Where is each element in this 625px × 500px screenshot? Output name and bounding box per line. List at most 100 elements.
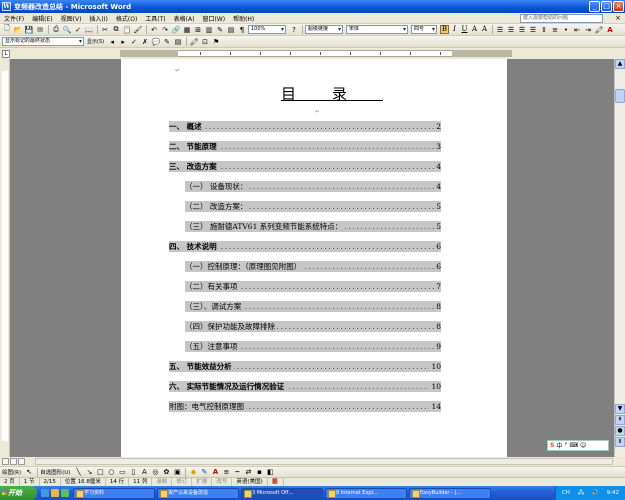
- spelling-status-icon[interactable]: 📕: [268, 478, 284, 486]
- menu-view[interactable]: 视图(V): [57, 14, 86, 23]
- fit-icon[interactable]: ⊡: [200, 37, 210, 47]
- scroll-thumb[interactable]: [615, 89, 625, 103]
- status-extend[interactable]: 扩展: [192, 478, 213, 486]
- save-icon[interactable]: 💾: [24, 25, 34, 35]
- ie-icon[interactable]: [41, 489, 49, 497]
- shadow-style-icon[interactable]: ▪: [254, 467, 264, 477]
- toc-entry[interactable]: ........................................…: [169, 141, 441, 152]
- tray-volume-icon[interactable]: 🔊: [592, 490, 599, 496]
- close-button[interactable]: ×: [613, 1, 624, 12]
- rectangle-icon[interactable]: □: [95, 467, 105, 477]
- desktop-icon[interactable]: [51, 489, 59, 497]
- columns-icon[interactable]: ▥: [204, 25, 214, 35]
- previous-page-icon[interactable]: ⇞: [615, 415, 625, 425]
- toc-entry[interactable]: ........................................…: [185, 221, 441, 232]
- toc-entry[interactable]: ........................................…: [185, 201, 441, 212]
- toc-entry[interactable]: ........................................…: [185, 301, 441, 312]
- align-center-icon[interactable]: ☰: [506, 25, 516, 35]
- toc-entry[interactable]: ........................................…: [169, 401, 441, 412]
- toc-entry[interactable]: ........................................…: [185, 321, 441, 332]
- print-preview-icon[interactable]: 🔍: [62, 25, 72, 35]
- toc-entry[interactable]: ........................................…: [169, 121, 441, 132]
- new-document-icon[interactable]: 🗋: [2, 24, 12, 35]
- diagram-icon[interactable]: ◎: [150, 467, 160, 477]
- permission-icon[interactable]: ✉: [35, 25, 45, 35]
- help-question-input[interactable]: 键入需要帮助的问题: [520, 14, 603, 23]
- taskbar-item[interactable]: 8 Internet Expl...: [325, 487, 407, 499]
- arrow-style-icon[interactable]: ⇄: [243, 467, 253, 477]
- menu-table[interactable]: 表格(A): [170, 14, 199, 23]
- autoshapes-menu[interactable]: 自选图形(U): [40, 468, 70, 476]
- justify-icon[interactable]: ☰: [528, 25, 538, 35]
- character-shading-icon[interactable]: A: [480, 25, 489, 34]
- print-icon[interactable]: ⎙: [51, 25, 61, 35]
- draw-font-color-icon[interactable]: A: [210, 467, 220, 477]
- scroll-down-arrow-icon[interactable]: ▼: [615, 404, 625, 414]
- italic-button[interactable]: I: [450, 25, 459, 34]
- horizontal-ruler[interactable]: L: [0, 48, 625, 59]
- bookmark-icon[interactable]: ⚑: [211, 37, 221, 47]
- ime-mode[interactable]: 中: [556, 441, 562, 450]
- menu-help[interactable]: 帮助(H): [229, 14, 258, 23]
- ime-toolbar[interactable]: S 中 ° ⌨ ☺: [547, 440, 609, 451]
- menu-tools[interactable]: 工具(T): [141, 14, 169, 23]
- reviewing-pane-icon[interactable]: ▤: [173, 37, 183, 47]
- character-border-icon[interactable]: A: [470, 25, 479, 34]
- arrow-icon[interactable]: ↘: [84, 467, 94, 477]
- line-icon[interactable]: ╲: [73, 467, 83, 477]
- hyperlink-icon[interactable]: 🔗: [171, 25, 181, 35]
- insert-table-icon[interactable]: ⊞: [193, 25, 203, 35]
- vertical-textbox-icon[interactable]: ▯: [128, 467, 138, 477]
- toc-entry[interactable]: ........................................…: [185, 341, 441, 352]
- tray-language[interactable]: CH: [562, 490, 570, 496]
- open-icon[interactable]: 📂: [13, 25, 23, 35]
- drawing-icon[interactable]: ✎: [215, 25, 225, 35]
- web-view-icon[interactable]: [10, 458, 17, 465]
- cut-icon[interactable]: ✂: [100, 25, 110, 35]
- research-icon[interactable]: 📖: [84, 25, 94, 35]
- toc-entry[interactable]: ........................................…: [185, 181, 441, 192]
- align-right-icon[interactable]: ☰: [517, 25, 527, 35]
- start-button[interactable]: 开始: [0, 486, 37, 500]
- numbering-icon[interactable]: ≡: [550, 25, 560, 35]
- line-spacing-icon[interactable]: ⇕: [539, 25, 549, 35]
- toc-heading[interactable]: 目录: [121, 83, 507, 104]
- textbox-icon[interactable]: ▭: [117, 467, 127, 477]
- reject-change-icon[interactable]: ✗: [140, 37, 150, 47]
- oval-icon[interactable]: ○: [106, 467, 116, 477]
- taskbar-item[interactable]: 资产以来设备改造: [157, 487, 239, 499]
- status-track[interactable]: 修订: [172, 478, 193, 486]
- clipart-icon[interactable]: ✿: [161, 467, 171, 477]
- 3d-style-icon[interactable]: ◧: [265, 467, 275, 477]
- menu-window[interactable]: 窗口(W): [198, 14, 229, 23]
- document-area[interactable]: ↵ 目录 ↵ .................................…: [10, 59, 614, 457]
- toc-entry[interactable]: ........................................…: [185, 261, 441, 272]
- previous-change-icon[interactable]: ◂: [107, 37, 117, 47]
- copy-icon[interactable]: ⧉: [111, 25, 121, 35]
- next-change-icon[interactable]: ▸: [118, 37, 128, 47]
- tray-clock[interactable]: 9:42: [607, 490, 619, 496]
- taskbar-item[interactable]: 3 Microsoft Off...: [241, 487, 323, 499]
- wordart-icon[interactable]: A: [139, 467, 149, 477]
- tab-selector-icon[interactable]: L: [2, 50, 10, 58]
- dash-style-icon[interactable]: ┅: [232, 467, 242, 477]
- scroll-up-arrow-icon[interactable]: ▲: [615, 59, 625, 69]
- bold-button[interactable]: B: [440, 25, 449, 34]
- accept-change-icon[interactable]: ✓: [129, 37, 139, 47]
- toc-entry[interactable]: ........................................…: [185, 281, 441, 292]
- font-dropdown[interactable]: 宋体: [346, 25, 408, 34]
- format-painter-icon[interactable]: 🖌: [133, 25, 143, 35]
- font-size-dropdown[interactable]: 四号: [411, 25, 437, 34]
- minimize-button[interactable]: _: [589, 1, 600, 12]
- select-browse-object-icon[interactable]: ●: [615, 426, 625, 436]
- media-icon[interactable]: [61, 489, 69, 497]
- document-close-icon[interactable]: ×: [615, 14, 621, 23]
- picture-icon[interactable]: ▣: [172, 467, 182, 477]
- word-app-icon[interactable]: W: [2, 2, 11, 11]
- underline-button[interactable]: U: [460, 25, 469, 34]
- bullets-icon[interactable]: •: [561, 25, 571, 35]
- highlight-small-icon[interactable]: 🖍: [189, 37, 199, 47]
- redo-icon[interactable]: ↷: [160, 25, 170, 35]
- ime-punct-icon[interactable]: °: [564, 442, 567, 449]
- toc-entry[interactable]: ........................................…: [169, 161, 441, 172]
